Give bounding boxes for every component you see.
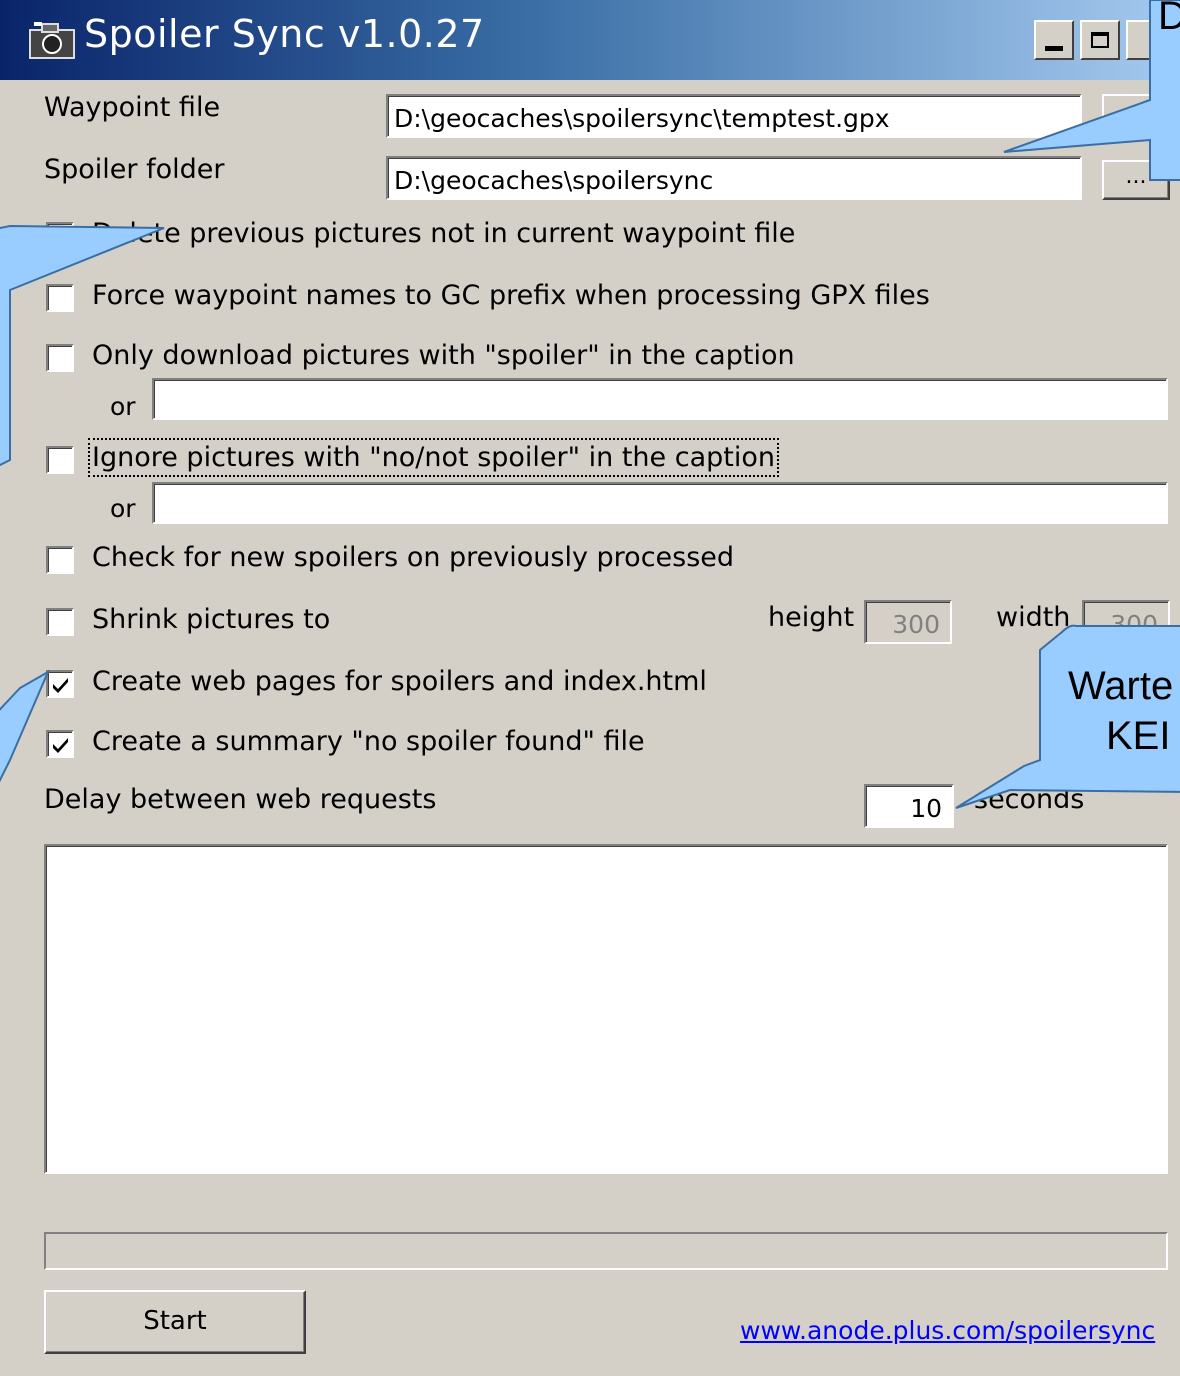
force-gc-prefix-checkbox[interactable]: [46, 284, 74, 312]
waypoint-file-input[interactable]: D:\geocaches\spoilersync\temptest.gpx: [386, 94, 1082, 138]
spoiler-folder-label: Spoiler folder: [44, 154, 225, 185]
website-link[interactable]: www.anode.plus.com/spoilersync: [740, 1316, 1155, 1345]
check-new-spoilers-checkbox[interactable]: [46, 546, 74, 574]
minimize-icon: [1045, 45, 1063, 51]
title-bar[interactable]: Spoiler Sync v1.0.27: [0, 0, 1180, 80]
or-label: or: [110, 494, 136, 523]
callout-top-right-text: D: [1158, 0, 1180, 38]
only-download-spoiler-label: Only download pictures with "spoiler" in…: [92, 340, 795, 371]
create-summary-checkbox[interactable]: [46, 730, 74, 758]
ignore-not-spoiler-checkbox[interactable]: [46, 446, 74, 474]
shrink-pictures-checkbox[interactable]: [46, 608, 74, 636]
waypoint-browse-button[interactable]: [1102, 94, 1170, 134]
check-new-spoilers-label: Check for new spoilers on previously pro…: [92, 542, 735, 573]
minimize-button[interactable]: [1034, 20, 1074, 60]
only-download-spoiler-checkbox[interactable]: [46, 344, 74, 372]
waypoint-file-label: Waypoint file: [44, 92, 221, 123]
force-gc-prefix-label: Force waypoint names to GC prefix when p…: [92, 280, 930, 311]
maximize-icon: [1091, 32, 1109, 48]
delete-previous-label: Delete previous pictures not in current …: [92, 218, 796, 249]
callout-right-text-1: Warte: [1068, 664, 1174, 708]
spoiler-sync-window: Spoiler Sync v1.0.27 Waypoint file D:\ge…: [0, 0, 1180, 1376]
width-label: width: [996, 602, 1071, 633]
height-label: height: [768, 602, 855, 633]
delete-previous-checkbox[interactable]: [46, 222, 74, 250]
ignore-not-spoiler-label: Ignore pictures with "no/not spoiler" in…: [88, 438, 779, 477]
or-label: or: [110, 392, 136, 421]
window-title: Spoiler Sync v1.0.27: [84, 12, 485, 56]
create-web-pages-label: Create web pages for spoilers and index.…: [92, 666, 707, 697]
callout-right-text-2: KEI: [1106, 714, 1171, 758]
height-input[interactable]: 300: [864, 600, 952, 644]
check-mark-icon: [53, 230, 68, 245]
only-download-caption-input[interactable]: [152, 378, 1168, 420]
spoiler-folder-input[interactable]: D:\geocaches\spoilersync: [386, 156, 1082, 200]
camera-icon: [29, 22, 75, 59]
create-summary-label: Create a summary "no spoiler found" file: [92, 726, 645, 757]
check-mark-icon: [53, 738, 68, 753]
delay-input[interactable]: 10: [864, 784, 954, 828]
check-mark-icon: [53, 678, 68, 693]
create-web-pages-checkbox[interactable]: [46, 670, 74, 698]
shrink-pictures-label: Shrink pictures to: [92, 604, 331, 635]
ignore-caption-input[interactable]: [152, 482, 1168, 524]
delay-label: Delay between web requests: [44, 784, 437, 815]
spoiler-browse-button[interactable]: ...: [1102, 160, 1170, 200]
width-input[interactable]: 300: [1082, 600, 1170, 644]
seconds-label: seconds: [974, 784, 1085, 815]
log-output[interactable]: [44, 844, 1168, 1174]
maximize-button[interactable]: [1080, 20, 1120, 60]
start-button[interactable]: Start: [44, 1290, 306, 1354]
progress-bar: [44, 1232, 1168, 1270]
